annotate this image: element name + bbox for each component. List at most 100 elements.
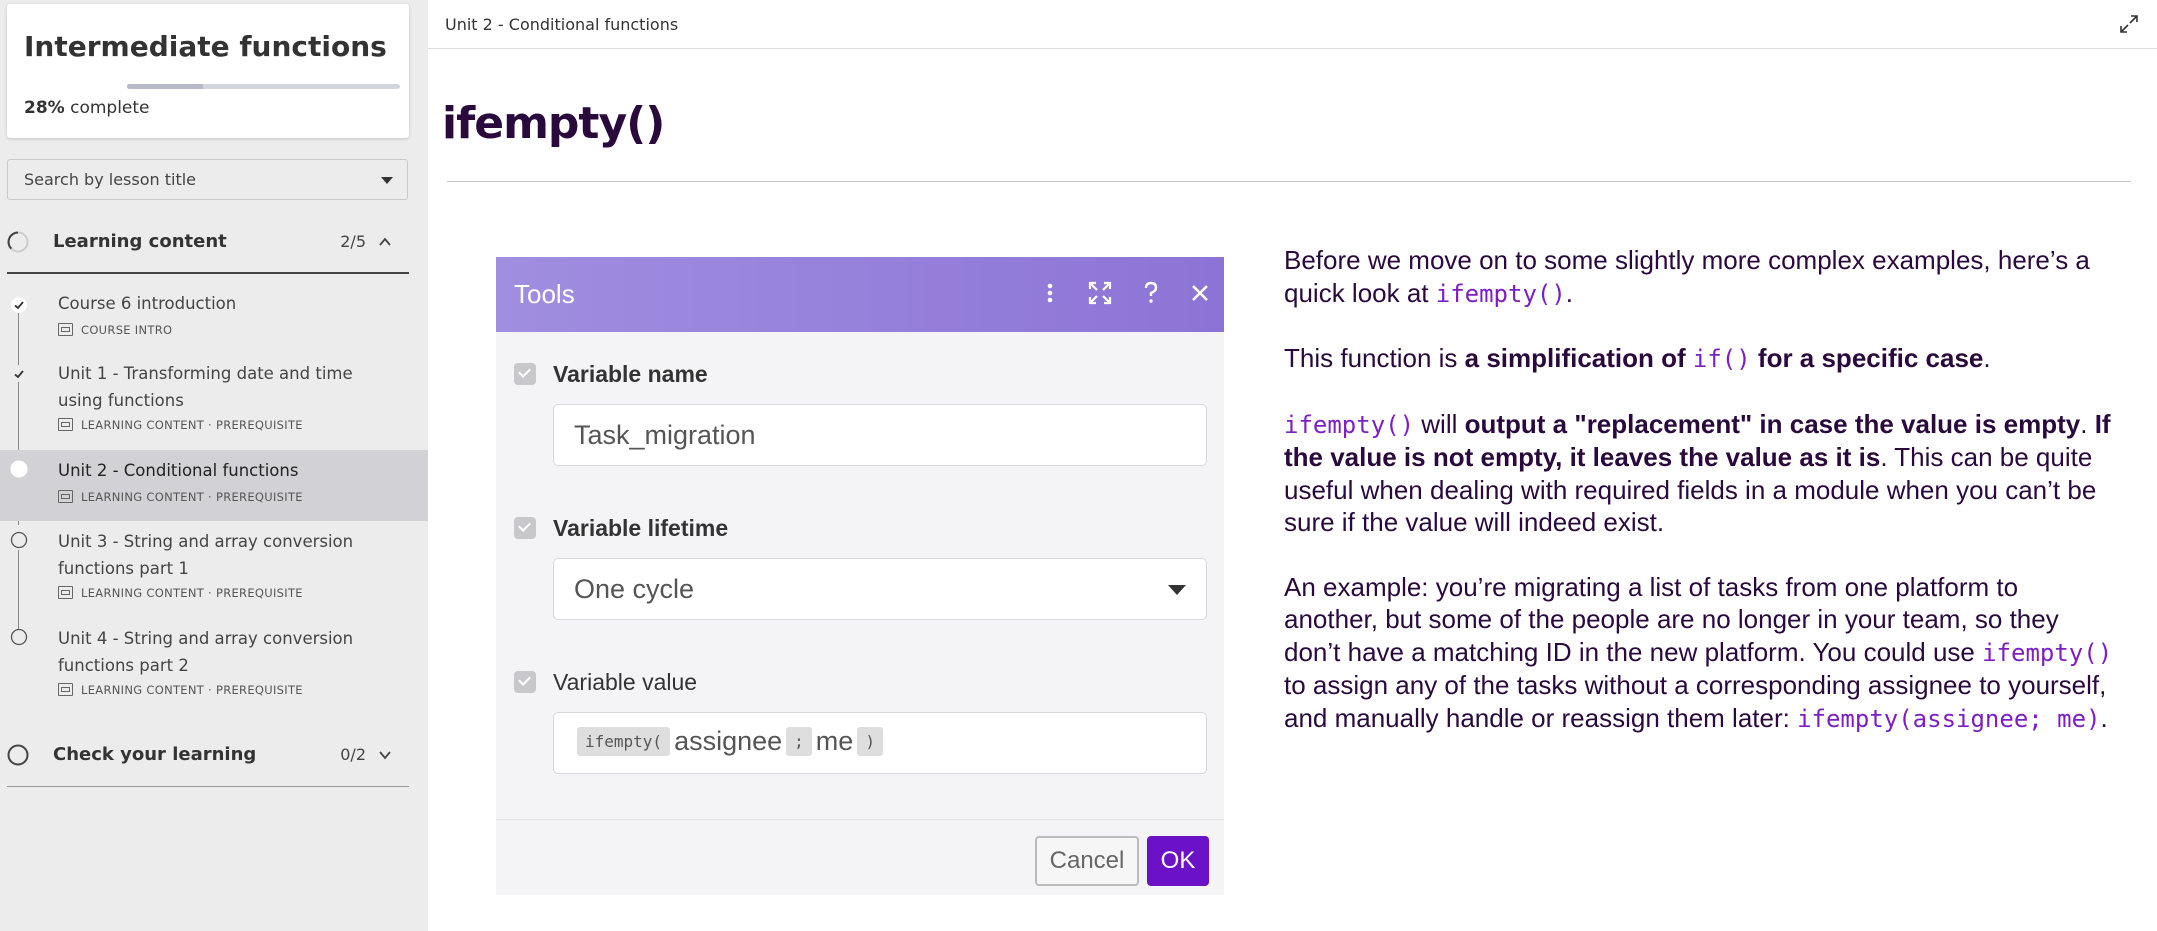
- lesson-topbar: Unit 2 - Conditional functions: [428, 0, 2157, 49]
- bold-text: a simplification of: [1464, 343, 1693, 373]
- lesson-meta: LEARNING CONTENT · PREREQUISITE: [58, 586, 303, 600]
- expand-icon: [1088, 281, 1112, 305]
- lesson-item-unit-4[interactable]: Unit 4 - String and array conversion fun…: [0, 625, 428, 705]
- function-pill: ifempty(: [577, 727, 671, 756]
- empty-ring-icon: [7, 744, 29, 766]
- inline-code: ifempty(assignee; me): [1797, 704, 2101, 733]
- variable-lifetime-select: One cycle: [553, 558, 1207, 620]
- field-value: Task_migration: [574, 420, 756, 450]
- checkbox-icon: [514, 517, 536, 539]
- text: will: [1414, 408, 1465, 439]
- paragraph: ifempty() will output a "replacement" in…: [1284, 408, 2119, 539]
- lesson-title: Unit 4 - String and array conversion fun…: [58, 629, 354, 675]
- progress-suffix: complete: [64, 98, 150, 118]
- lesson-meta-text: LEARNING CONTENT · PREREQUISITE: [81, 586, 303, 600]
- ok-button: OK: [1147, 836, 1209, 886]
- fullscreen-icon[interactable]: [2119, 14, 2139, 34]
- lesson-item-unit-3[interactable]: Unit 3 - String and array conversion fun…: [0, 528, 428, 608]
- expr-arg: me: [815, 726, 854, 756]
- paragraph: This function is a simplification of if(…: [1284, 342, 2119, 376]
- text: .: [2080, 408, 2095, 439]
- title-divider: [447, 181, 2131, 182]
- course-sidebar: Intermediate functions 28% complete Sear…: [0, 0, 428, 931]
- bold-text: output a "replacement" in case the value…: [1464, 408, 2081, 439]
- variable-name-field: Task_migration: [553, 404, 1207, 466]
- lesson-meta: LEARNING CONTENT · PREREQUISITE: [58, 490, 303, 504]
- close-paren-pill: ): [857, 727, 883, 756]
- in-progress-circle-icon: [10, 460, 28, 478]
- text: This function is: [1284, 343, 1465, 373]
- inline-code: if(): [1692, 345, 1751, 373]
- field-label: Variable value: [553, 669, 698, 695]
- text: An example: you’re migrating a list of t…: [1284, 571, 2059, 667]
- inline-code: ifempty(): [1284, 410, 1415, 439]
- check-icon: [11, 297, 27, 313]
- dialog-title: Tools: [514, 279, 575, 309]
- close-icon: [1192, 285, 1208, 301]
- lesson-meta-text: LEARNING CONTENT · PREREQUISITE: [81, 418, 303, 432]
- progress-bar-fill: [127, 84, 204, 89]
- formula-expression: ifempty(assignee; me): [577, 726, 883, 757]
- lesson-search-dropdown[interactable]: Search by lesson title: [7, 159, 408, 200]
- section-count: 0/2: [340, 745, 366, 764]
- progress-bar: [127, 84, 400, 89]
- document-icon: [58, 323, 73, 336]
- lesson-article: Before we move on to some slightly more …: [1284, 244, 2119, 767]
- lesson-item-course-intro[interactable]: Course 6 introduction COURSE INTRO: [0, 290, 428, 345]
- lesson-title: Unit 2 - Conditional functions: [58, 461, 299, 480]
- section-count: 2/5: [340, 232, 366, 251]
- section-title: Learning content: [53, 231, 227, 252]
- text: .: [1565, 277, 1574, 308]
- kebab-menu-icon: [1047, 283, 1053, 303]
- section-divider: [7, 272, 409, 274]
- lesson-meta: LEARNING CONTENT · PREREQUISITE: [58, 418, 303, 432]
- checkbox-icon: [514, 363, 536, 385]
- section-title: Check your learning: [53, 744, 257, 765]
- empty-circle-icon: [10, 531, 28, 549]
- bold-text: for a specific case: [1750, 343, 1984, 373]
- progress-ring-icon: [7, 231, 29, 253]
- variable-value-field: ifempty(assignee; me): [553, 712, 1207, 774]
- progress-text: 28% complete: [24, 98, 150, 118]
- lesson-meta-text: LEARNING CONTENT · PREREQUISITE: [81, 490, 303, 504]
- text: .: [2100, 702, 2108, 733]
- text: Before we move on to some slightly more …: [1284, 245, 2090, 308]
- expr-arg: assignee: [674, 726, 783, 756]
- chevron-down-icon: [379, 751, 391, 760]
- lesson-content-icon: [58, 683, 73, 696]
- progress-percent: 28%: [24, 98, 65, 118]
- lesson-meta: LEARNING CONTENT · PREREQUISITE: [58, 683, 303, 697]
- caret-down-icon: [1168, 585, 1186, 595]
- check-icon: [11, 366, 27, 382]
- caret-down-icon: [381, 177, 393, 184]
- page-title: ifempty(): [442, 98, 665, 149]
- field-label: Variable lifetime: [553, 515, 729, 541]
- cancel-button: Cancel: [1035, 836, 1139, 886]
- help-icon: [1144, 281, 1158, 303]
- chevron-up-icon: [379, 237, 391, 246]
- field-label: Variable name: [553, 361, 708, 387]
- lesson-content: Unit 2 - Conditional functions ifempty()…: [428, 0, 2157, 931]
- lesson-content-icon: [58, 418, 73, 431]
- lesson-title: Course 6 introduction: [58, 294, 237, 313]
- lesson-item-unit-1[interactable]: Unit 1 - Transforming date and time usin…: [0, 360, 428, 440]
- lesson-item-unit-2[interactable]: Unit 2 - Conditional functions LEARNING …: [0, 450, 428, 521]
- inline-code: ifempty(): [1435, 279, 1566, 308]
- text: .: [1983, 343, 1991, 373]
- lesson-title: Unit 1 - Transforming date and time usin…: [58, 364, 353, 410]
- empty-circle-icon: [10, 628, 28, 646]
- lesson-content-icon: [58, 586, 73, 599]
- inline-code: ifempty(): [1982, 638, 2113, 667]
- field-value: One cycle: [574, 574, 695, 604]
- course-title: Intermediate functions: [24, 30, 387, 63]
- lesson-meta: COURSE INTRO: [58, 323, 172, 337]
- search-placeholder: Search by lesson title: [24, 170, 197, 189]
- checkbox-icon: [514, 671, 536, 693]
- section-learning-content[interactable]: Learning content 2/5: [0, 218, 410, 268]
- dialog-header: Tools: [496, 257, 1224, 332]
- lesson-title: Unit 3 - String and array conversion fun…: [58, 532, 354, 578]
- paragraph: An example: you’re migrating a list of t…: [1284, 571, 2119, 736]
- section-check-your-learning[interactable]: Check your learning 0/2: [0, 731, 410, 781]
- course-card: Intermediate functions 28% complete: [7, 4, 409, 138]
- lesson-meta-text: COURSE INTRO: [81, 323, 173, 337]
